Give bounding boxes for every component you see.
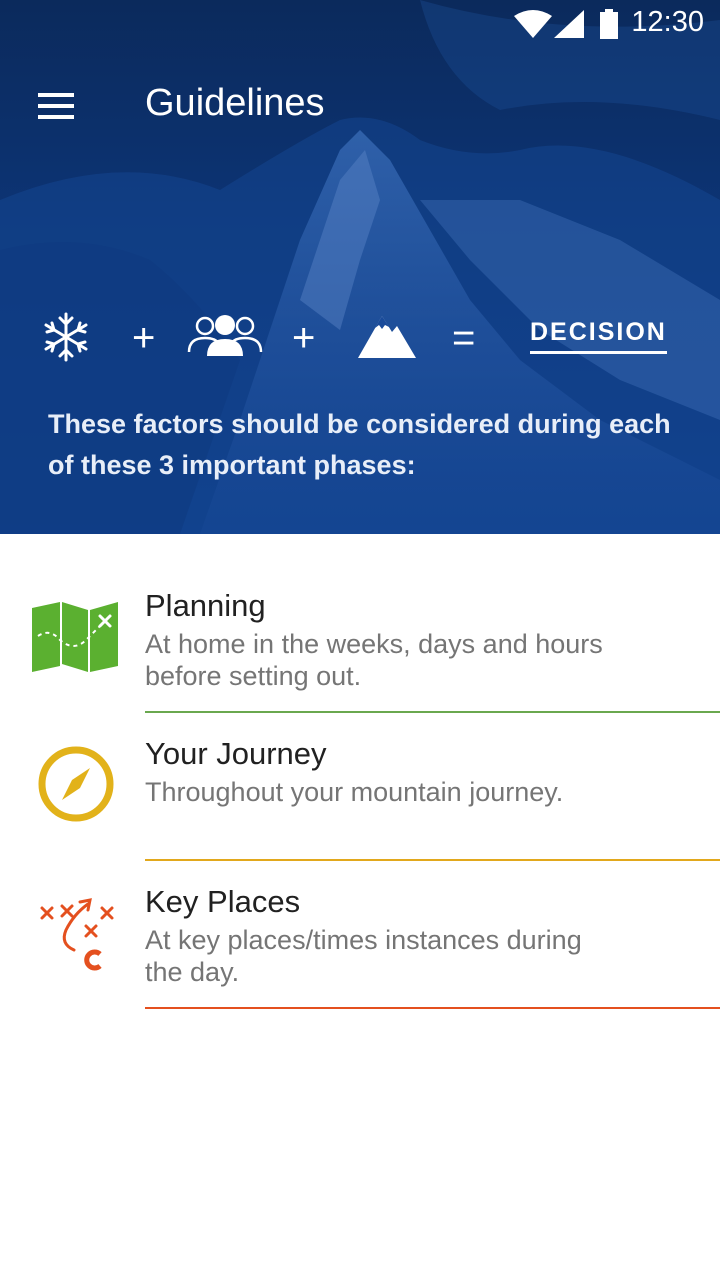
phase-item-key-places[interactable]: Key Places At key places/times instances… [0, 862, 720, 1010]
phase-title: Key Places [145, 884, 301, 919]
phase-divider [145, 711, 720, 713]
strategy-plan-icon [40, 898, 114, 971]
hero-description: These factors should be considered durin… [48, 409, 671, 480]
equals-sign: = [452, 316, 476, 360]
header-hero: 12:30 Guidelines + + = DECISION These fa… [0, 0, 720, 534]
hamburger-menu-icon[interactable] [38, 93, 74, 119]
phase-description: Throughout your mountain journey. [145, 777, 564, 807]
phase-divider [145, 1007, 720, 1009]
signal-icon [554, 10, 584, 38]
plus-sign: + [132, 316, 156, 360]
snowflake-icon [44, 312, 88, 362]
wifi-icon [514, 10, 552, 38]
status-bar: 12:30 [0, 0, 720, 48]
map-icon [32, 602, 118, 672]
group-people-icon [187, 315, 263, 356]
compass-icon [38, 746, 114, 822]
phase-item-planning[interactable]: Planning At home in the weeks, days and … [0, 566, 720, 714]
page-title: Guidelines [145, 82, 325, 124]
status-time: 12:30 [631, 6, 704, 38]
phase-item-your-journey[interactable]: Your Journey Throughout your mountain jo… [0, 714, 720, 862]
phase-description: At home in the weeks, days and hours bef… [145, 629, 603, 691]
phase-title: Your Journey [145, 736, 327, 771]
phase-divider [145, 859, 720, 861]
phase-title: Planning [145, 588, 266, 623]
plus-sign: + [292, 316, 316, 360]
mountain-icon [358, 316, 416, 358]
decision-label: DECISION [530, 318, 667, 354]
battery-icon [600, 9, 618, 39]
phase-description: At key places/times instances during the… [145, 925, 582, 987]
